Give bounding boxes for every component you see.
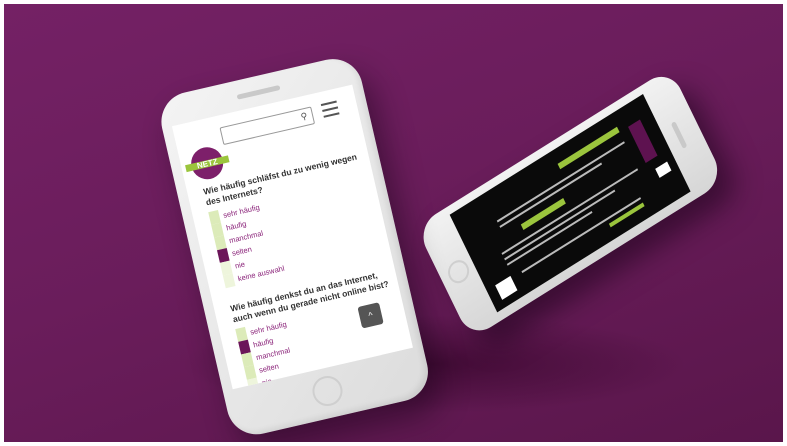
back-phone-screen [449,93,691,313]
front-phone-group: ⚲ NETZ Wie häufig schläfst du zu wenig w… [116,41,487,442]
questionnaire: Wie häufig schläfst du zu wenig wegen de… [202,150,413,390]
back-phone-speaker [670,121,688,150]
back-screen-text-line [499,162,603,228]
back-screen-block [628,119,658,164]
front-phone-screen: ⚲ NETZ Wie häufig schläfst du zu wenig w… [171,84,413,390]
option-label[interactable]: nie [261,376,273,387]
search-icon[interactable]: ⚲ [298,110,310,122]
front-phone-home-button [309,373,346,409]
option-bar[interactable] [246,377,260,390]
back-screen-white-box [495,275,518,300]
back-screen-text-line [496,141,625,223]
option-label[interactable]: keine auswahl [264,381,312,390]
front-phone: ⚲ NETZ Wie häufig schläfst du zu wenig w… [155,53,434,441]
back-screen-text-line [506,210,593,266]
back-screen-white-box [655,161,672,178]
logo-text: NETZ [195,156,219,170]
chevron-up-icon: ^ [367,310,374,321]
mockup-scene: ⚲ NETZ Wie häufig schläfst du zu wenig w… [4,4,783,442]
option-label[interactable]: nie [234,259,246,270]
search-field[interactable]: ⚲ [219,106,316,146]
option-bar[interactable] [222,273,236,289]
front-phone-speaker [236,84,281,100]
menu-icon[interactable] [320,100,340,118]
